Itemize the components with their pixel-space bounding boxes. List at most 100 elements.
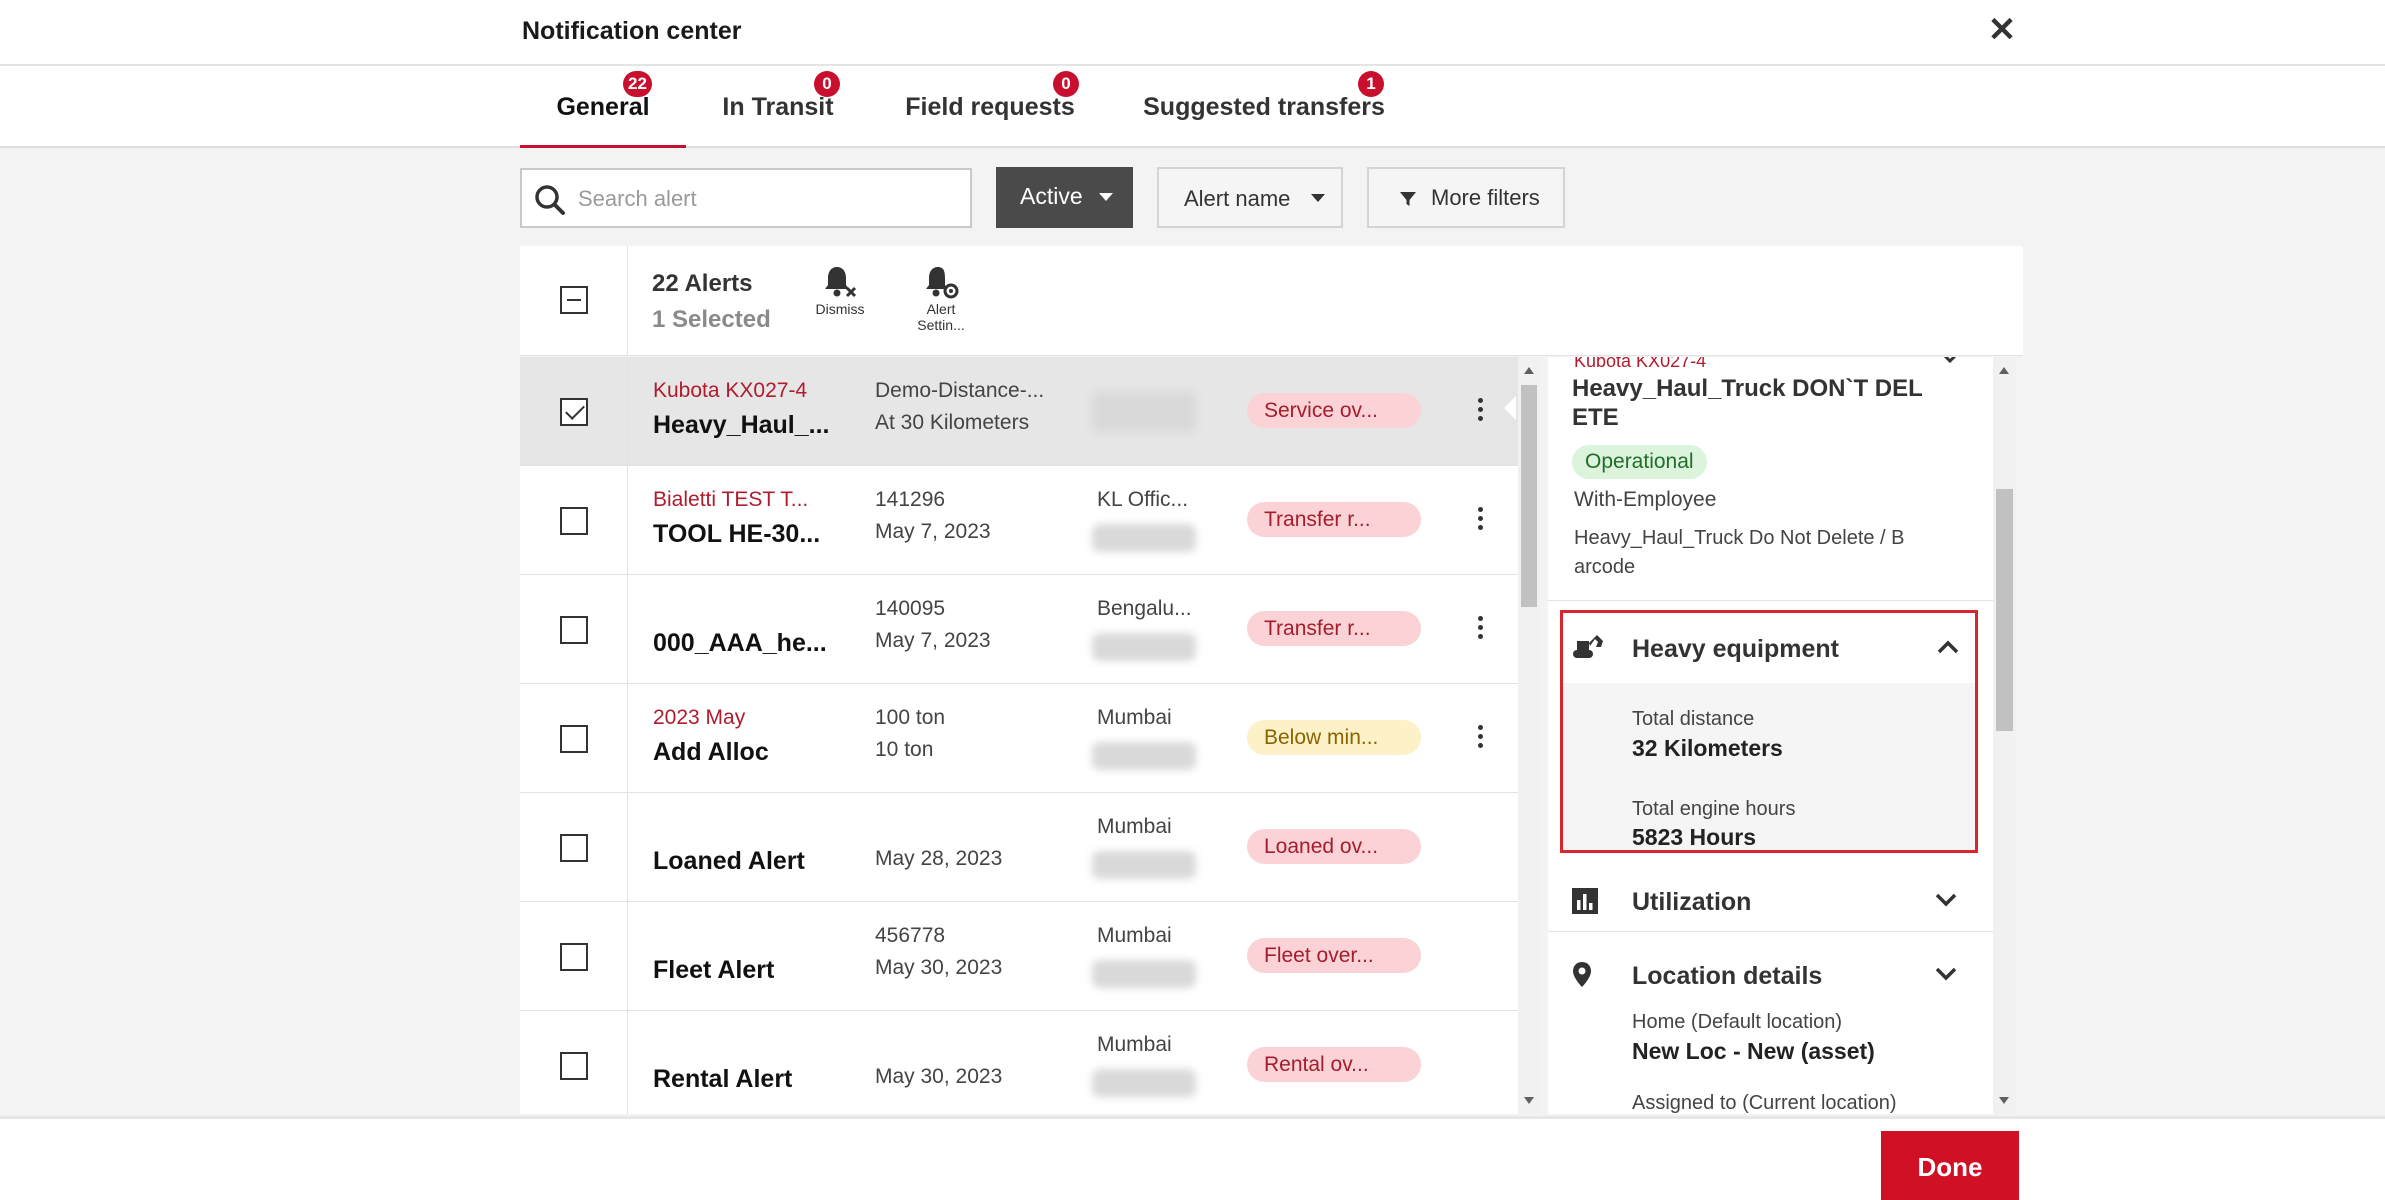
- scroll-down-icon[interactable]: [1524, 1097, 1534, 1104]
- alert-name: Rental Alert: [653, 1065, 793, 1093]
- utilization-section-header[interactable]: Utilization: [1548, 866, 1993, 936]
- tab-in-transit[interactable]: In Transit 0: [706, 66, 850, 148]
- tab-suggested-transfers-badge: 1: [1358, 71, 1384, 97]
- alerts-count: 22 Alerts: [652, 270, 753, 297]
- caret-down-icon: [1311, 194, 1325, 202]
- alerts-list-scrollbar[interactable]: [1518, 357, 1540, 1114]
- chevron-down-icon[interactable]: [1934, 892, 1958, 908]
- tab-field-requests[interactable]: Field requests 0: [894, 66, 1086, 148]
- tab-in-transit-label: In Transit: [722, 93, 834, 121]
- alert-detail-2: At 30 Kilometers: [875, 411, 1030, 434]
- row-checkbox[interactable]: [560, 398, 588, 426]
- alert-settings-label-line1: Alert: [926, 301, 956, 317]
- tab-field-requests-label: Field requests: [905, 93, 1075, 121]
- scroll-up-icon[interactable]: [1999, 367, 2009, 374]
- asset-description: Heavy_Haul_Truck Do Not Delete / B arcod…: [1574, 527, 1905, 578]
- chevron-down-icon[interactable]: [1934, 966, 1958, 982]
- alert-detail-1: 141296: [875, 488, 946, 511]
- asset-model: Kubota KX027-4: [653, 379, 808, 402]
- alert-type-badge: Below min...: [1247, 720, 1421, 755]
- scrollbar-thumb[interactable]: [1996, 489, 2013, 731]
- tab-suggested-transfers-label: Suggested transfers: [1143, 93, 1385, 121]
- tab-general[interactable]: General 22: [520, 66, 686, 148]
- alert-location: Bengalu...: [1097, 597, 1192, 620]
- table-row[interactable]: 000_AAA_he... 140095 May 7, 2023 Bengalu…: [520, 575, 1518, 684]
- alert-type-badge: Service ov...: [1247, 393, 1421, 428]
- asset-model: 2023 May: [653, 706, 746, 729]
- location-pin-icon: [1573, 962, 1591, 987]
- select-all-checkbox[interactable]: [560, 286, 588, 314]
- scrollbar-thumb[interactable]: [1521, 385, 1537, 607]
- status-filter-label: Active: [1020, 183, 1083, 209]
- divider: [627, 466, 628, 575]
- redacted-location: [1092, 524, 1196, 552]
- alert-name-label: Alert name: [1184, 186, 1291, 211]
- table-row[interactable]: Kubota KX027-4 Heavy_Haul_... Demo-Dista…: [520, 357, 1518, 466]
- alert-location: Mumbai: [1097, 706, 1172, 729]
- location-details-section-header[interactable]: Location details: [1548, 940, 1993, 1010]
- heavy-equipment-section-header[interactable]: Heavy equipment: [1563, 613, 1975, 683]
- alert-detail-2: May 7, 2023: [875, 629, 991, 652]
- chevron-up-icon[interactable]: [1936, 639, 1960, 655]
- row-checkbox[interactable]: [560, 1052, 588, 1080]
- alert-name: Loaned Alert: [653, 847, 805, 875]
- detail-panel-scrollbar[interactable]: [1993, 357, 2016, 1114]
- heavy-equipment-highlight: Heavy equipment Total distance 32 Kilome…: [1560, 610, 1978, 853]
- alert-detail-1: Demo-Distance-...: [875, 379, 1045, 402]
- alert-location: Mumbai: [1097, 815, 1172, 838]
- panel-pointer: [1504, 396, 1516, 420]
- divider: [627, 246, 628, 356]
- redacted-location: [1092, 851, 1196, 879]
- table-row[interactable]: 2023 May Add Alloc 100 ton 10 ton Mumbai…: [520, 684, 1518, 793]
- alert-type-badge: Fleet over...: [1247, 938, 1421, 973]
- scroll-up-icon[interactable]: [1524, 367, 1534, 374]
- alert-detail-panel: Kubota KX027-4 Heavy_Haul_Truck DON`T DE…: [1548, 357, 1993, 1114]
- more-filters-label: More filters: [1431, 185, 1540, 210]
- scroll-down-icon[interactable]: [1999, 1097, 2009, 1104]
- table-row[interactable]: Rental Alert May 30, 2023 Mumbai Rental …: [520, 1011, 1518, 1114]
- row-checkbox[interactable]: [560, 943, 588, 971]
- more-actions-icon[interactable]: [1472, 613, 1488, 645]
- more-actions-icon[interactable]: [1472, 504, 1488, 536]
- alert-location: Mumbai: [1097, 924, 1172, 947]
- chevron-down-icon[interactable]: [1940, 357, 1960, 365]
- redacted-location: [1092, 633, 1196, 661]
- close-icon[interactable]: ✕: [1984, 12, 2020, 48]
- row-checkbox[interactable]: [560, 725, 588, 753]
- table-row[interactable]: Fleet Alert 456778 May 30, 2023 Mumbai F…: [520, 902, 1518, 1011]
- assigned-location-label: Assigned to (Current location): [1632, 1092, 1897, 1114]
- dismiss-button[interactable]: Dismiss: [810, 263, 870, 317]
- row-checkbox[interactable]: [560, 507, 588, 535]
- divider: [627, 902, 628, 1011]
- search-input[interactable]: [578, 180, 958, 218]
- tab-general-label: General: [556, 93, 650, 121]
- alert-settings-button[interactable]: Alert Settin...: [906, 263, 976, 333]
- divider: [627, 357, 628, 466]
- table-row[interactable]: Bialetti TEST T... TOOL HE-30... 141296 …: [520, 466, 1518, 575]
- alert-name-dropdown[interactable]: Alert name: [1157, 167, 1343, 228]
- row-checkbox[interactable]: [560, 616, 588, 644]
- total-engine-hours-value: 5823 Hours: [1632, 824, 1757, 850]
- status-filter-dropdown[interactable]: Active: [996, 167, 1133, 228]
- alert-location: Mumbai: [1097, 1033, 1172, 1056]
- search-icon: [535, 185, 565, 215]
- alert-location: KL Offic...: [1097, 488, 1189, 511]
- bar-chart-icon: [1572, 888, 1598, 914]
- total-engine-hours-label: Total engine hours: [1632, 798, 1796, 820]
- row-checkbox[interactable]: [560, 834, 588, 862]
- dismiss-label: Dismiss: [815, 301, 865, 317]
- search-box: [520, 168, 972, 228]
- tab-suggested-transfers[interactable]: Suggested transfers 1: [1136, 66, 1392, 148]
- total-distance-value: 32 Kilometers: [1632, 735, 1783, 761]
- divider: [1548, 931, 1993, 932]
- alert-type-badge: Rental ov...: [1247, 1047, 1421, 1082]
- selected-count: 1 Selected: [652, 306, 771, 333]
- asset-model: Bialetti TEST T...: [653, 488, 809, 511]
- redacted-location: [1092, 960, 1196, 988]
- more-actions-icon[interactable]: [1472, 722, 1488, 754]
- alert-type-badge: Transfer r...: [1247, 611, 1421, 646]
- more-actions-icon[interactable]: [1472, 395, 1488, 427]
- done-button[interactable]: Done: [1881, 1131, 2019, 1200]
- more-filters-button[interactable]: More filters: [1367, 167, 1565, 228]
- table-row[interactable]: Loaned Alert May 28, 2023 Mumbai Loaned …: [520, 793, 1518, 902]
